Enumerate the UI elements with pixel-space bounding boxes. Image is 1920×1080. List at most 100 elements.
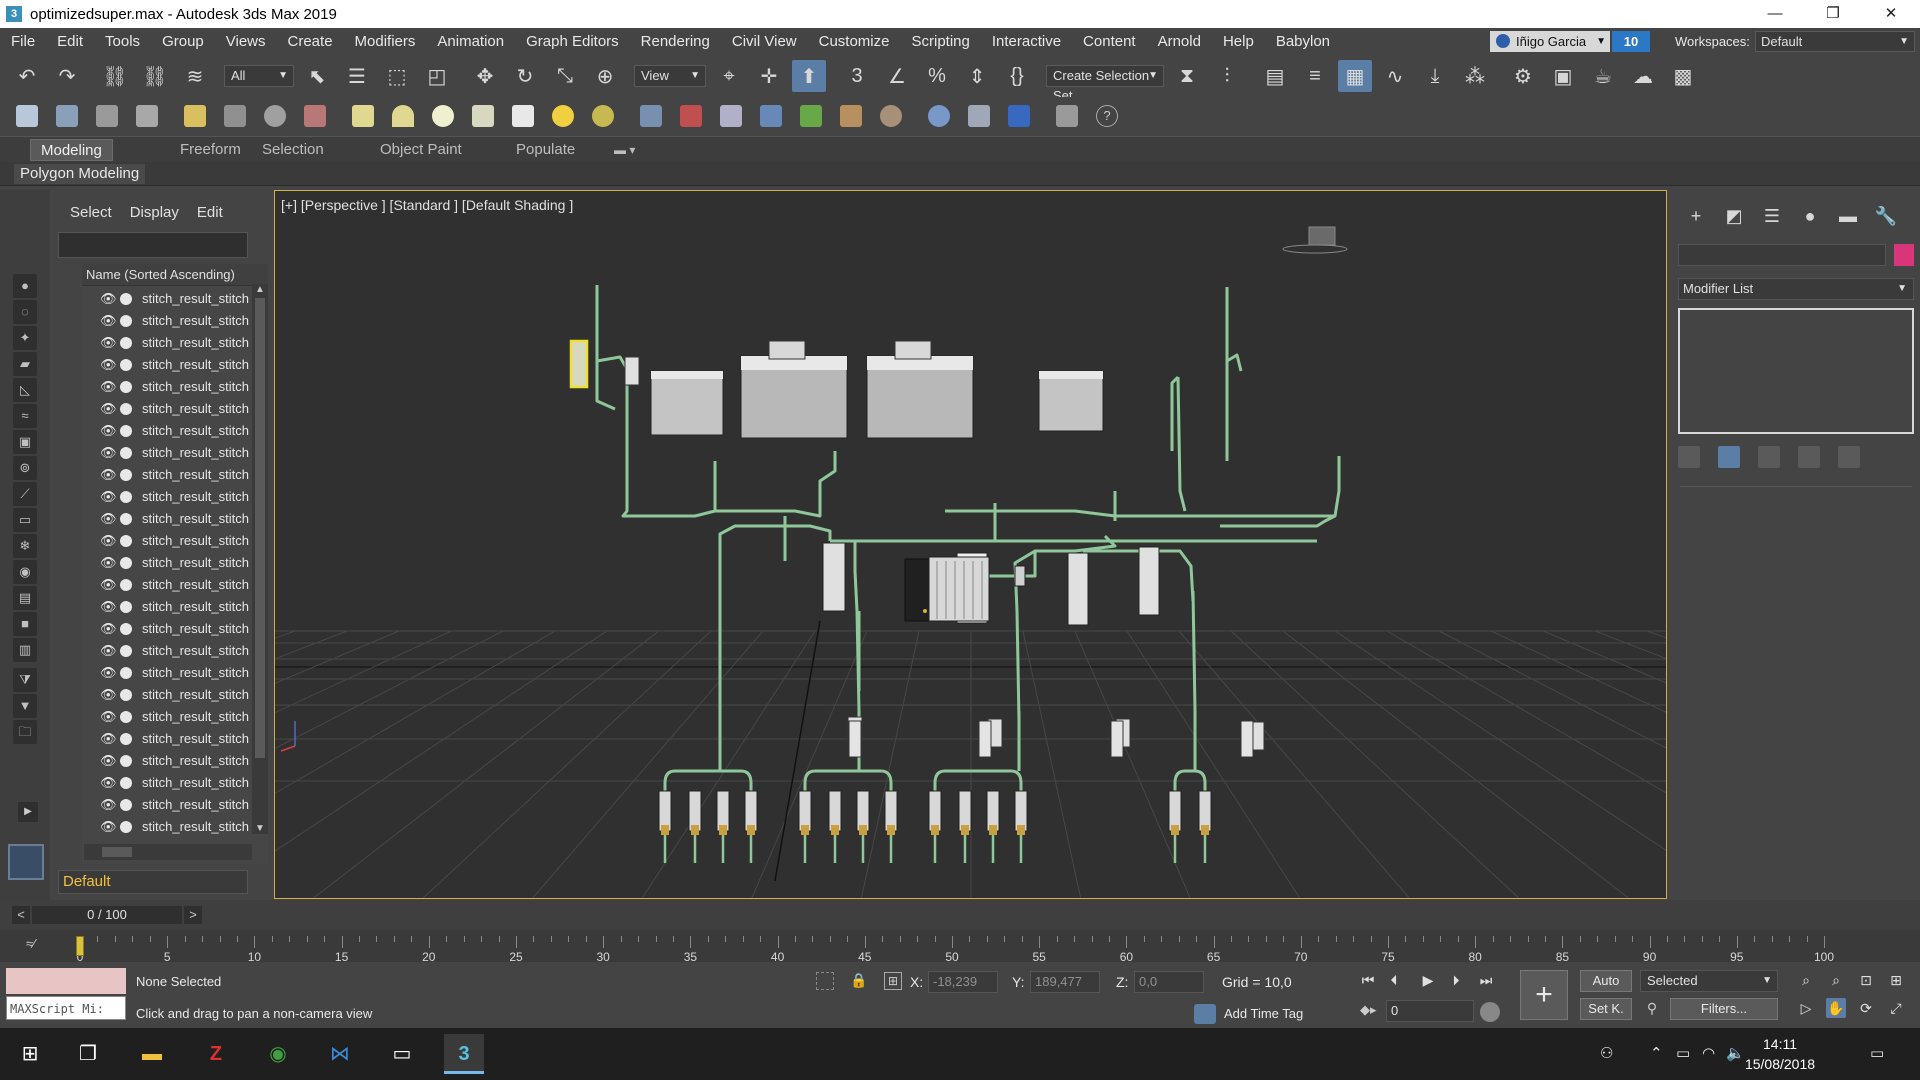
redo-icon[interactable]: ↷ bbox=[50, 60, 84, 92]
menu-edit[interactable]: Edit bbox=[46, 33, 94, 50]
layer-dropdown[interactable]: Default bbox=[58, 870, 248, 894]
window-crossing-icon[interactable]: ◰ bbox=[420, 60, 454, 92]
freeze-dot-icon[interactable] bbox=[120, 667, 132, 679]
percent-snap-icon[interactable]: % bbox=[920, 60, 954, 92]
modifier-stack[interactable] bbox=[1678, 308, 1914, 434]
visibility-eye-icon[interactable]: 👁 bbox=[100, 622, 117, 636]
freeze-dot-icon[interactable] bbox=[120, 711, 132, 723]
visibility-eye-icon[interactable]: 👁 bbox=[100, 556, 117, 570]
freeze-dot-icon[interactable] bbox=[120, 689, 132, 701]
menu-interactive[interactable]: Interactive bbox=[981, 33, 1072, 50]
plane-light-icon[interactable] bbox=[346, 100, 380, 132]
a360-gallery-icon[interactable]: ▩ bbox=[1666, 60, 1700, 92]
notifications-icon[interactable]: ▭ bbox=[1870, 1044, 1884, 1062]
file-explorer-icon[interactable]: ▬ bbox=[132, 1034, 172, 1074]
timeline-cursor[interactable] bbox=[76, 936, 84, 956]
render-in-cloud-icon[interactable]: ☁ bbox=[1626, 60, 1660, 92]
menu-scripting[interactable]: Scripting bbox=[900, 33, 980, 50]
modify-tab-icon[interactable]: ◩ bbox=[1718, 204, 1750, 228]
freeze-dot-icon[interactable] bbox=[120, 315, 132, 327]
scroll-thumb[interactable] bbox=[102, 847, 132, 857]
go-to-end-icon[interactable]: ⏭ bbox=[1476, 970, 1496, 990]
list-item[interactable]: 👁 stitch_result_stitch bbox=[82, 816, 252, 838]
battery-icon[interactable]: ▭ bbox=[1676, 1044, 1690, 1062]
timeline-track[interactable]: 0 5 10 15 20 25 30 35 40 45 50 55 60 65 70 75 80 85 90 95 10… bbox=[76, 936, 1852, 964]
visibility-eye-icon[interactable]: 👁 bbox=[100, 468, 117, 482]
network-icon[interactable]: ◠ bbox=[1702, 1044, 1715, 1062]
visibility-eye-icon[interactable]: 👁 bbox=[100, 292, 117, 306]
list-item[interactable]: 👁 stitch_result_stitch bbox=[82, 530, 252, 552]
key-mode-toggle-icon[interactable]: ◆▸ bbox=[1360, 1002, 1377, 1018]
visibility-eye-icon[interactable]: 👁 bbox=[100, 732, 117, 746]
freeze-dot-icon[interactable] bbox=[120, 755, 132, 767]
hierarchy-tab-icon[interactable]: ☰ bbox=[1756, 204, 1788, 228]
layer-explorer-icon[interactable]: ≡ bbox=[1298, 60, 1332, 92]
help-icon[interactable]: ? bbox=[1090, 100, 1124, 132]
visibility-eye-icon[interactable]: 👁 bbox=[100, 336, 117, 350]
material-editor-icon[interactable]: ⁂ bbox=[1458, 60, 1492, 92]
time-slider-thumb[interactable]: 0 / 100 bbox=[32, 906, 182, 924]
freeze-dot-icon[interactable] bbox=[120, 359, 132, 371]
show-end-result-icon[interactable] bbox=[1718, 446, 1740, 468]
mini-curve-editor-icon[interactable]: ≈∕ bbox=[26, 936, 35, 951]
unlink-icon[interactable]: ⛓ bbox=[138, 60, 172, 92]
list-item[interactable]: 👁 stitch_result_stitch bbox=[82, 464, 252, 486]
undo-icon[interactable]: ↶ bbox=[10, 60, 44, 92]
snaps-toggle-icon[interactable]: 3 bbox=[840, 60, 874, 92]
sphere-light-icon[interactable] bbox=[426, 100, 460, 132]
field-of-view-icon[interactable]: ▷ bbox=[1796, 998, 1816, 1018]
menu-group[interactable]: Group bbox=[151, 33, 215, 50]
curve-editor-icon[interactable]: ∿ bbox=[1378, 60, 1412, 92]
visibility-eye-icon[interactable]: 👁 bbox=[100, 380, 117, 394]
auto-key-button[interactable]: Auto bbox=[1580, 970, 1632, 992]
arnold-texture-icon[interactable] bbox=[874, 100, 908, 132]
arnold-fog-icon[interactable] bbox=[634, 100, 668, 132]
list-item[interactable]: 👁 stitch_result_stitch bbox=[82, 618, 252, 640]
time-slider-next-button[interactable]: > bbox=[184, 906, 202, 924]
sun-light-icon[interactable] bbox=[546, 100, 580, 132]
object-color-swatch[interactable] bbox=[1894, 244, 1914, 266]
mirror-icon[interactable]: ⧗ bbox=[1170, 60, 1204, 92]
expand-arrow-icon[interactable]: ▶ bbox=[18, 802, 38, 822]
key-selection-dropdown[interactable]: Selected ▼ bbox=[1640, 970, 1778, 992]
list-item[interactable]: 👁 stitch_result_stitch bbox=[82, 420, 252, 442]
pan-icon[interactable]: ✋ bbox=[1826, 998, 1846, 1018]
visibility-eye-icon[interactable]: 👁 bbox=[100, 820, 117, 834]
minimize-button[interactable]: — bbox=[1746, 0, 1804, 28]
play-icon[interactable]: ▶ bbox=[1418, 970, 1438, 990]
list-item[interactable]: 👁 stitch_result_stitch bbox=[82, 376, 252, 398]
visibility-eye-icon[interactable]: 👁 bbox=[100, 446, 117, 460]
tab-populate[interactable]: Populate bbox=[516, 139, 575, 161]
freeze-dot-icon[interactable] bbox=[120, 293, 132, 305]
spinner-snap-icon[interactable]: ⇕ bbox=[960, 60, 994, 92]
list-item[interactable]: 👁 stitch_result_stitch bbox=[82, 486, 252, 508]
tab-object-paint[interactable]: Object Paint bbox=[380, 139, 462, 161]
list-item[interactable]: 👁 stitch_result_stitch bbox=[82, 574, 252, 596]
select-by-name-icon[interactable]: ☰ bbox=[340, 60, 374, 92]
object-name-field[interactable] bbox=[1678, 244, 1886, 266]
visibility-eye-icon[interactable]: 👁 bbox=[100, 358, 117, 372]
menu-civil-view[interactable]: Civil View bbox=[721, 33, 808, 50]
tray-overflow-icon[interactable]: ⌃ bbox=[1650, 1044, 1663, 1062]
visibility-eye-icon[interactable]: 👁 bbox=[100, 754, 117, 768]
list-item[interactable]: 👁 stitch_result_stitch bbox=[82, 728, 252, 750]
arnold-environment-icon[interactable] bbox=[754, 100, 788, 132]
zoom-extents-icon[interactable]: ⊡ bbox=[1856, 970, 1876, 990]
selection-filter-dropdown[interactable]: All ▼ bbox=[224, 65, 294, 87]
explorer-tab-display[interactable]: Display bbox=[130, 204, 179, 221]
freeze-dot-icon[interactable] bbox=[120, 403, 132, 415]
place-icon[interactable]: ⊕ bbox=[588, 60, 622, 92]
perspective-viewport[interactable]: [+] [Perspective ] [Standard ] [Default … bbox=[274, 190, 1667, 899]
configure-modifier-sets-icon[interactable] bbox=[1838, 446, 1860, 468]
display-tab-icon[interactable]: ▬ bbox=[1832, 204, 1864, 228]
tab-freeform[interactable]: Freeform bbox=[180, 139, 241, 161]
visibility-eye-icon[interactable]: 👁 bbox=[100, 512, 117, 526]
named-selection-dropdown[interactable]: Create Selection Set ▼ bbox=[1046, 65, 1164, 103]
list-item[interactable]: 👁 stitch_result_stitch bbox=[82, 354, 252, 376]
system-clock[interactable]: 14:11 15/08/2018 bbox=[1740, 1034, 1820, 1074]
absolute-mode-icon[interactable]: ⊞ bbox=[884, 972, 902, 990]
freeze-dot-icon[interactable] bbox=[120, 491, 132, 503]
menu-modifiers[interactable]: Modifiers bbox=[344, 33, 427, 50]
list-item[interactable]: 👁 stitch_result_stitch bbox=[82, 332, 252, 354]
selection-color-swatch[interactable] bbox=[8, 844, 44, 880]
